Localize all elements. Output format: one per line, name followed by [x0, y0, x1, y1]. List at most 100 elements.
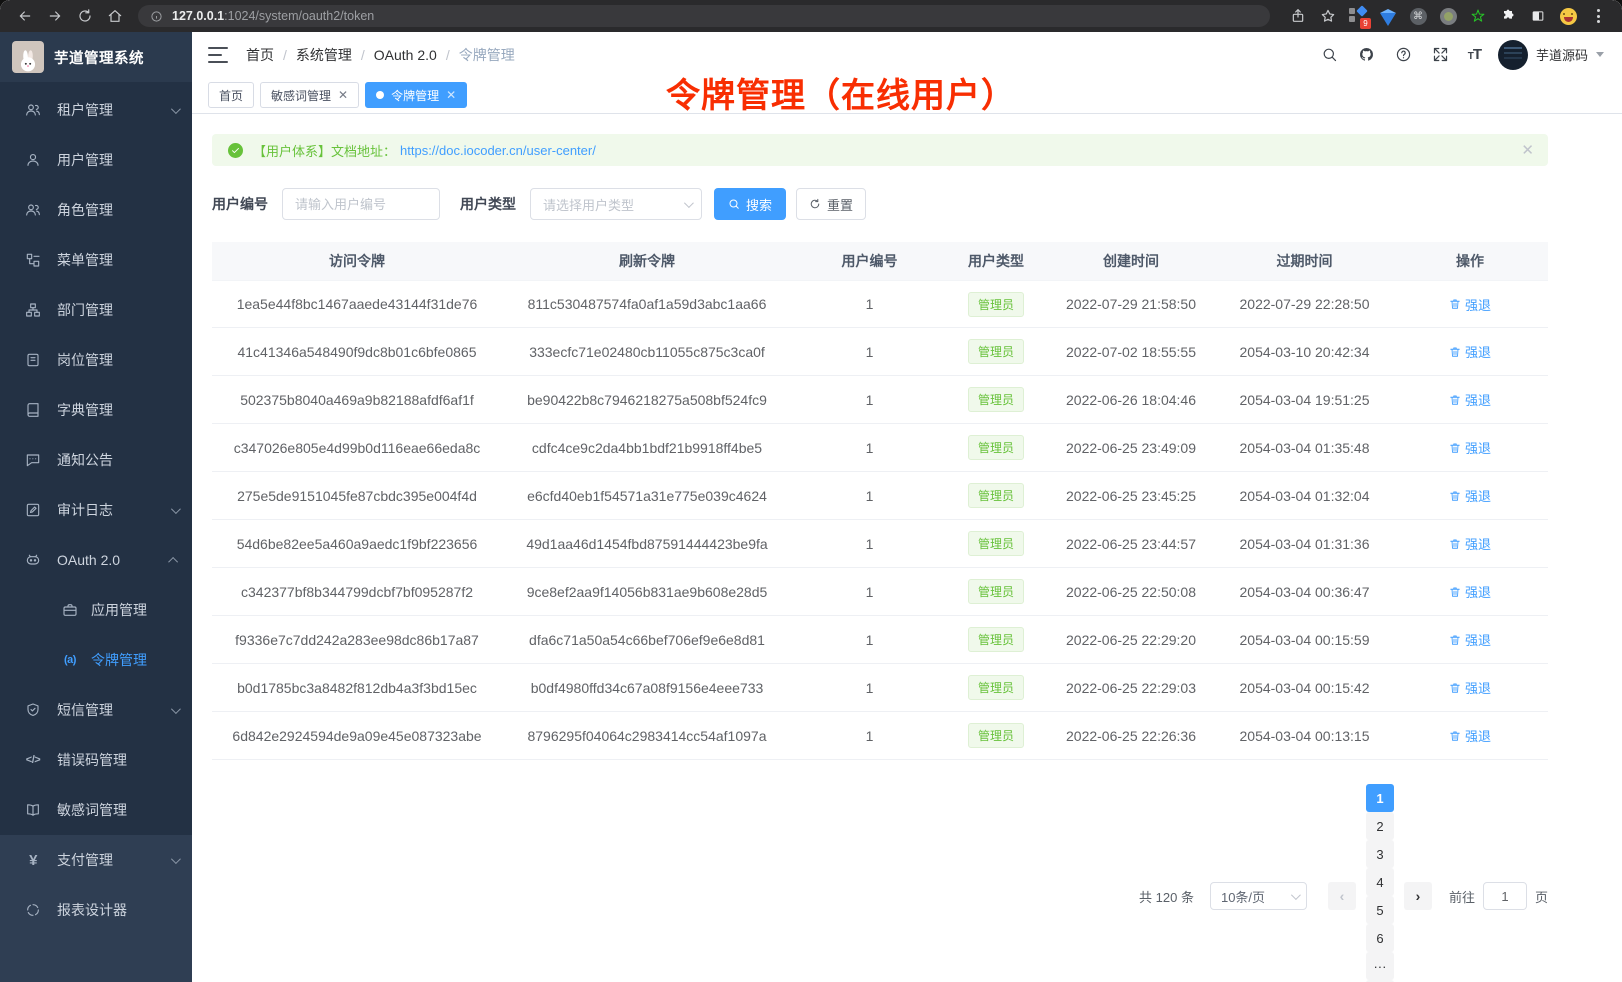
user-icon: [24, 151, 42, 169]
sidebar-item-OAuth 2.0[interactable]: OAuth 2.0: [0, 535, 192, 585]
user-id-input[interactable]: [282, 188, 440, 220]
sidebar-item-令牌管理[interactable]: (a)令牌管理: [0, 635, 192, 685]
sidebar-item-支付管理[interactable]: ¥支付管理: [0, 835, 192, 885]
page-button-1[interactable]: 1: [1366, 784, 1394, 812]
more-pages-button[interactable]: ···: [1366, 952, 1394, 980]
sidebar-item-租户管理[interactable]: 租户管理: [0, 85, 192, 135]
side-panel-icon[interactable]: [1524, 4, 1552, 28]
tab-令牌管理[interactable]: 令牌管理✕: [365, 82, 467, 108]
column-header: 过期时间: [1217, 251, 1392, 271]
refresh-token-cell: e6cfd40eb1f54571a31e775e039c4624: [502, 488, 792, 504]
force-logout-button[interactable]: 强退: [1449, 438, 1491, 457]
collapse-sidebar-icon[interactable]: [208, 47, 228, 63]
font-size-icon[interactable]: TT: [1468, 46, 1481, 63]
user-id-cell: 1: [792, 728, 947, 744]
home-icon[interactable]: [100, 4, 130, 28]
breadcrumb-item[interactable]: OAuth 2.0: [374, 47, 437, 63]
banner-link[interactable]: https://doc.iocoder.cn/user-center/: [400, 143, 596, 158]
url-bar[interactable]: 127.0.0.1:1024/system/oauth2/token: [138, 5, 1270, 27]
force-logout-button[interactable]: 强退: [1449, 678, 1491, 697]
app-logo[interactable]: 芋道管理系统: [0, 32, 192, 82]
force-logout-button[interactable]: 强退: [1449, 630, 1491, 649]
sidebar-item-应用管理[interactable]: 应用管理: [0, 585, 192, 635]
command-extension-icon[interactable]: ⌘: [1404, 4, 1432, 28]
robot-icon: [24, 551, 42, 569]
user-type-label: 用户类型: [460, 194, 516, 214]
sidebar-item-通知公告[interactable]: 通知公告: [0, 435, 192, 485]
sidebar-item-字典管理[interactable]: 字典管理: [0, 385, 192, 435]
designer-icon: [24, 901, 42, 919]
user-id-label: 用户编号: [212, 194, 268, 214]
bookmark-star-icon[interactable]: [1314, 4, 1342, 28]
sidebar-item-用户管理[interactable]: 用户管理: [0, 135, 192, 185]
sidebar-item-角色管理[interactable]: 角色管理: [0, 185, 192, 235]
next-page-button[interactable]: ›: [1404, 882, 1432, 910]
expire-time-cell: 2054-03-04 19:51:25: [1217, 392, 1392, 408]
user-type-badge: 管理员: [968, 579, 1024, 604]
record-extension-icon[interactable]: [1434, 4, 1462, 28]
profile-avatar-icon[interactable]: [1554, 4, 1582, 28]
sidebar-item-敏感词管理[interactable]: 敏感词管理: [0, 785, 192, 835]
sidebar-item-菜单管理[interactable]: 菜单管理: [0, 235, 192, 285]
github-icon[interactable]: [1357, 45, 1377, 65]
create-time-cell: 2022-06-25 23:49:09: [1045, 440, 1217, 456]
search-icon[interactable]: [1320, 45, 1340, 65]
prev-page-button[interactable]: ‹: [1328, 882, 1356, 910]
sidebar-item-错误码管理[interactable]: </>错误码管理: [0, 735, 192, 785]
green-star-extension-icon[interactable]: [1464, 4, 1492, 28]
page-button-2[interactable]: 2: [1366, 812, 1394, 840]
create-time-cell: 2022-06-25 23:44:57: [1045, 536, 1217, 552]
page-button-5[interactable]: 5: [1366, 896, 1394, 924]
sidebar-item-短信管理[interactable]: 短信管理: [0, 685, 192, 735]
tab-敏感词管理[interactable]: 敏感词管理✕: [260, 82, 359, 108]
page-button-3[interactable]: 3: [1366, 840, 1394, 868]
sidebar-item-审计日志[interactable]: 审计日志: [0, 485, 192, 535]
breadcrumb-item[interactable]: 首页: [246, 45, 274, 65]
force-logout-button[interactable]: 强退: [1449, 534, 1491, 553]
share-icon[interactable]: [1284, 4, 1312, 28]
back-icon[interactable]: [10, 4, 40, 28]
user-type-select[interactable]: 请选择用户类型: [530, 188, 702, 220]
browser-menu-icon[interactable]: [1584, 4, 1612, 28]
extensions-puzzle-icon[interactable]: [1494, 4, 1522, 28]
screen: 127.0.0.1:1024/system/oauth2/token 9 ⌘: [0, 0, 1622, 982]
user-id-cell: 1: [792, 296, 947, 312]
user-id-cell: 1: [792, 680, 947, 696]
reset-button[interactable]: 重置: [796, 188, 866, 220]
reload-icon[interactable]: [70, 4, 100, 28]
force-logout-button[interactable]: 强退: [1449, 342, 1491, 361]
page-button-4[interactable]: 4: [1366, 868, 1394, 896]
user-menu[interactable]: 芋道源码: [1498, 40, 1604, 70]
force-logout-button[interactable]: 强退: [1449, 390, 1491, 409]
sidebar-item-岗位管理[interactable]: 岗位管理: [0, 335, 192, 385]
table-row: f9336e7c7dd242a283ee98dc86b17a87dfa6c71a…: [212, 616, 1548, 664]
force-logout-button[interactable]: 强退: [1449, 582, 1491, 601]
force-logout-button[interactable]: 强退: [1449, 295, 1491, 314]
user-id-cell: 1: [792, 632, 947, 648]
help-icon[interactable]: [1394, 45, 1414, 65]
user-id-cell: 1: [792, 584, 947, 600]
force-logout-button[interactable]: 强退: [1449, 486, 1491, 505]
extension-badge: 9: [1360, 18, 1371, 29]
extension-tabs-icon[interactable]: 9: [1344, 4, 1372, 28]
breadcrumb-item[interactable]: 系统管理: [296, 45, 352, 65]
refresh-icon: [809, 198, 821, 210]
sidebar-item-部门管理[interactable]: 部门管理: [0, 285, 192, 335]
tab-close-icon[interactable]: ✕: [338, 89, 348, 101]
sidebar-item-报表设计器[interactable]: 报表设计器: [0, 885, 192, 935]
force-logout-button[interactable]: 强退: [1449, 726, 1491, 745]
fullscreen-icon[interactable]: [1431, 45, 1451, 65]
table-row: 1ea5e44f8bc1467aaede43144f31de76811c5304…: [212, 280, 1548, 328]
forward-icon[interactable]: [40, 4, 70, 28]
tab-label: 首页: [219, 87, 243, 104]
page-button-6[interactable]: 6: [1366, 924, 1394, 952]
refresh-token-cell: 8796295f04064c2983414cc54af1097a: [502, 728, 792, 744]
page-size-select[interactable]: 10条/页: [1210, 882, 1307, 910]
search-button[interactable]: 搜索: [714, 188, 786, 220]
filter-form: 用户编号 用户类型 请选择用户类型 搜索 重置: [212, 188, 1548, 220]
gem-extension-icon[interactable]: [1374, 4, 1402, 28]
tab-首页[interactable]: 首页: [208, 82, 254, 108]
tab-close-icon[interactable]: ✕: [446, 89, 456, 101]
banner-close-icon[interactable]: ✕: [1521, 141, 1534, 159]
goto-page-input[interactable]: [1483, 882, 1527, 910]
